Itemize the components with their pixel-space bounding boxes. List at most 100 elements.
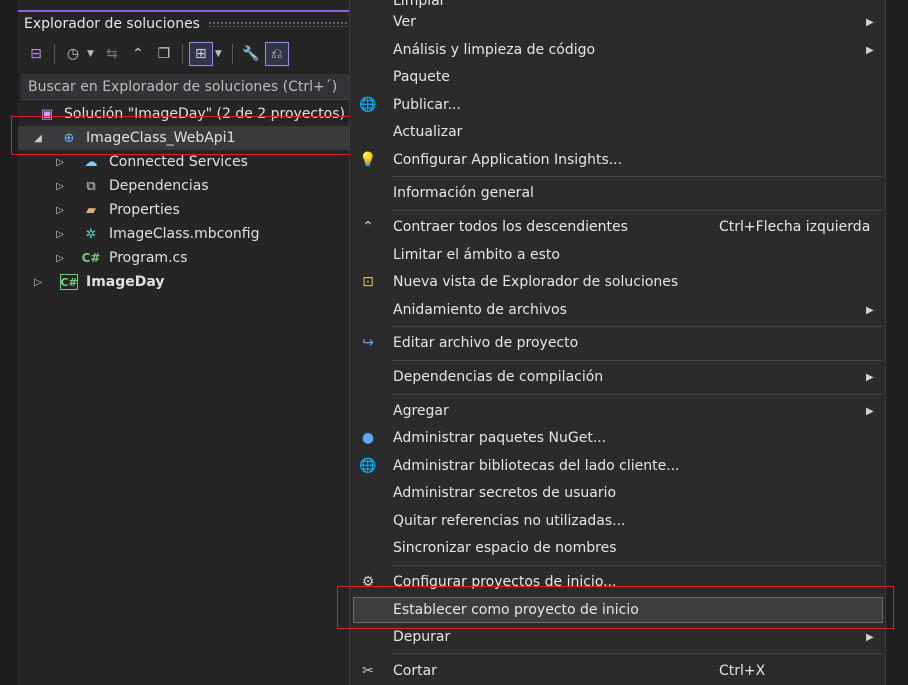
menu-label: Sincronizar espacio de nombres (393, 540, 617, 556)
menu-label: Administrar bibliotecas del lado cliente… (393, 458, 680, 474)
left-strip (0, 0, 18, 685)
menu-separator (392, 176, 882, 177)
preview-selected-icon[interactable]: ⎌ (264, 42, 289, 66)
track-active-item-icon[interactable]: ⊞ (188, 42, 213, 66)
toolbar-separator (54, 44, 55, 64)
tree-row-child[interactable]: ▷ ✲ ImageClass.mbconfig (18, 222, 360, 246)
tree-label: Dependencias (109, 178, 209, 194)
chevron-down-icon[interactable]: ▼ (87, 49, 94, 59)
menu-label: Limitar el ámbito a esto (393, 247, 560, 263)
toolbar-separator (181, 44, 183, 64)
menu-item-quitar-referencias[interactable]: Quitar referencias no utilizadas... (350, 508, 885, 534)
solution-icon: ▣ (40, 106, 54, 122)
menu-item-app-insights[interactable]: 💡 Configurar Application Insights... (350, 147, 885, 173)
show-all-files-icon[interactable]: ❐ (152, 42, 176, 66)
tree-row-project2[interactable]: ▷ C# ImageDay (18, 270, 360, 294)
submenu-arrow-icon: ▶ (866, 371, 874, 383)
menu-label: Establecer como proyecto de inicio (393, 602, 639, 618)
menu-separator (392, 394, 882, 395)
collapse-all-icon[interactable]: ⌃ (126, 42, 150, 66)
collapsed-arrow-icon[interactable]: ▷ (54, 205, 66, 216)
menu-label: Configurar proyectos de inicio... (393, 574, 617, 590)
menu-item-anidamiento[interactable]: Anidamiento de archivos ▶ (350, 297, 885, 323)
nuget-icon: ● (361, 430, 375, 446)
menu-label: Editar archivo de proyecto (393, 335, 579, 351)
menu-item-dependencias-compilacion[interactable]: Dependencias de compilación ▶ (350, 364, 885, 390)
tree-label: ImageClass.mbconfig (109, 226, 260, 242)
pending-changes-icon[interactable]: ◷ (61, 42, 85, 66)
menu-label: Ver (393, 14, 416, 30)
menu-item-paquete[interactable]: Paquete (350, 64, 885, 90)
menu-item-nuget[interactable]: ● Administrar paquetes NuGet... (350, 425, 885, 451)
expanded-arrow-icon[interactable]: ◢ (32, 133, 44, 144)
menu-label: Quitar referencias no utilizadas... (393, 513, 626, 529)
menu-label: Publicar... (393, 97, 461, 113)
menu-item-editar-archivo[interactable]: ↪ Editar archivo de proyecto (350, 330, 885, 356)
menu-label: Cortar (393, 663, 437, 679)
panel-grip[interactable] (207, 21, 358, 27)
collapsed-arrow-icon[interactable]: ▷ (54, 181, 66, 192)
menu-label: Administrar secretos de usuario (393, 485, 617, 501)
menu-item-actualizar[interactable]: Actualizar (350, 119, 885, 145)
tree-row-project[interactable]: ◢ ⊕ ImageClass_WebApi1 (18, 126, 360, 150)
submenu-arrow-icon: ▶ (866, 631, 874, 643)
new-view-icon: ⊡ (362, 274, 374, 290)
menu-label: Nueva vista de Explorador de soluciones (393, 274, 679, 290)
menu-separator (392, 565, 882, 566)
tree-label: Connected Services (109, 154, 248, 170)
menu-shortcut: Ctrl+X (719, 663, 766, 679)
submenu-arrow-icon: ▶ (866, 304, 874, 316)
menu-item-limitar[interactable]: Limitar el ámbito a esto (350, 242, 885, 268)
menu-item-contraer[interactable]: ⌃ Contraer todos los descendientes Ctrl+… (350, 214, 885, 240)
menu-label: Actualizar (393, 124, 463, 140)
submenu-arrow-icon: ▶ (866, 405, 874, 417)
menu-shortcut: Ctrl+Flecha izquierda (719, 219, 871, 235)
collapsed-arrow-icon[interactable]: ▷ (54, 157, 66, 168)
menu-item-bibliotecas[interactable]: 🌐 Administrar bibliotecas del lado clien… (350, 453, 885, 479)
tree-row-child[interactable]: ▷ ☁ Connected Services (18, 150, 360, 174)
menu-item-secretos[interactable]: Administrar secretos de usuario (350, 480, 885, 506)
menu-label: Análisis y limpieza de código (393, 42, 596, 58)
menu-item-configurar-inicio[interactable]: ⚙ Configurar proyectos de inicio... (350, 569, 885, 595)
collapsed-arrow-icon[interactable]: ▷ (54, 229, 66, 240)
mbconfig-icon: ✲ (85, 226, 97, 242)
panel-title: Explorador de soluciones (24, 16, 200, 32)
tree-row-child[interactable]: ▷ ⧉ Dependencias (18, 174, 360, 198)
menu-item-depurar[interactable]: Depurar ▶ (350, 624, 885, 650)
menu-item-cortar[interactable]: ✂ Cortar Ctrl+X (350, 658, 885, 684)
tree-row-child[interactable]: ▷ C# Program.cs (18, 246, 360, 270)
submenu-arrow-icon: ▶ (866, 44, 874, 56)
scissors-icon: ✂ (362, 663, 374, 679)
explorer-toolbar: ⊟ ◷ ▼ ⇆ ⌃ ❐ ⊞ ▼ 🔧 ⎌ (18, 38, 364, 70)
submenu-arrow-icon: ▶ (866, 16, 874, 28)
web-project-icon: ⊕ (63, 130, 75, 146)
tree-label: ImageClass_WebApi1 (86, 130, 236, 146)
search-input[interactable]: Buscar en Explorador de soluciones (Ctrl… (21, 74, 357, 100)
menu-label: Información general (393, 185, 534, 201)
menu-item-ver[interactable]: Ver ▶ (350, 9, 885, 35)
publish-globe-icon: 🌐 (359, 97, 377, 113)
collapsed-arrow-icon[interactable]: ▷ (32, 277, 44, 288)
tree-row-child[interactable]: ▷ ▰ Properties (18, 198, 360, 222)
collapsed-arrow-icon[interactable]: ▷ (54, 253, 66, 264)
dependencies-icon: ⧉ (86, 178, 96, 194)
menu-item-agregar[interactable]: Agregar ▶ (350, 398, 885, 424)
menu-label: Configurar Application Insights... (393, 152, 623, 168)
switch-views-icon[interactable]: ⊟ (24, 42, 48, 66)
menu-item-nueva-vista[interactable]: ⊡ Nueva vista de Explorador de solucione… (350, 269, 885, 295)
menu-item-analisis[interactable]: Análisis y limpieza de código ▶ (350, 37, 885, 63)
collapse-chevron-icon: ⌃ (362, 219, 374, 235)
menu-item-publicar[interactable]: 🌐 Publicar... (350, 92, 885, 118)
menu-item-establecer-inicio[interactable]: Establecer como proyecto de inicio (353, 597, 883, 623)
menu-item-info-general[interactable]: Información general (350, 180, 885, 206)
menu-separator (392, 360, 882, 361)
edit-redo-arrow-icon: ↪ (362, 335, 374, 351)
chevron-down-icon[interactable]: ▼ (215, 49, 222, 59)
sync-icon[interactable]: ⇆ (100, 42, 124, 66)
menu-item-sincronizar[interactable]: Sincronizar espacio de nombres (350, 535, 885, 561)
tree-label: Solución "ImageDay" (2 de 2 proyectos) (64, 106, 345, 122)
tree-label: ImageDay (86, 274, 165, 290)
csharp-file-icon: C# (81, 251, 101, 265)
properties-wrench-icon[interactable]: 🔧 (239, 42, 263, 66)
tree-row-solution[interactable]: ▣ Solución "ImageDay" (2 de 2 proyectos) (18, 102, 360, 126)
